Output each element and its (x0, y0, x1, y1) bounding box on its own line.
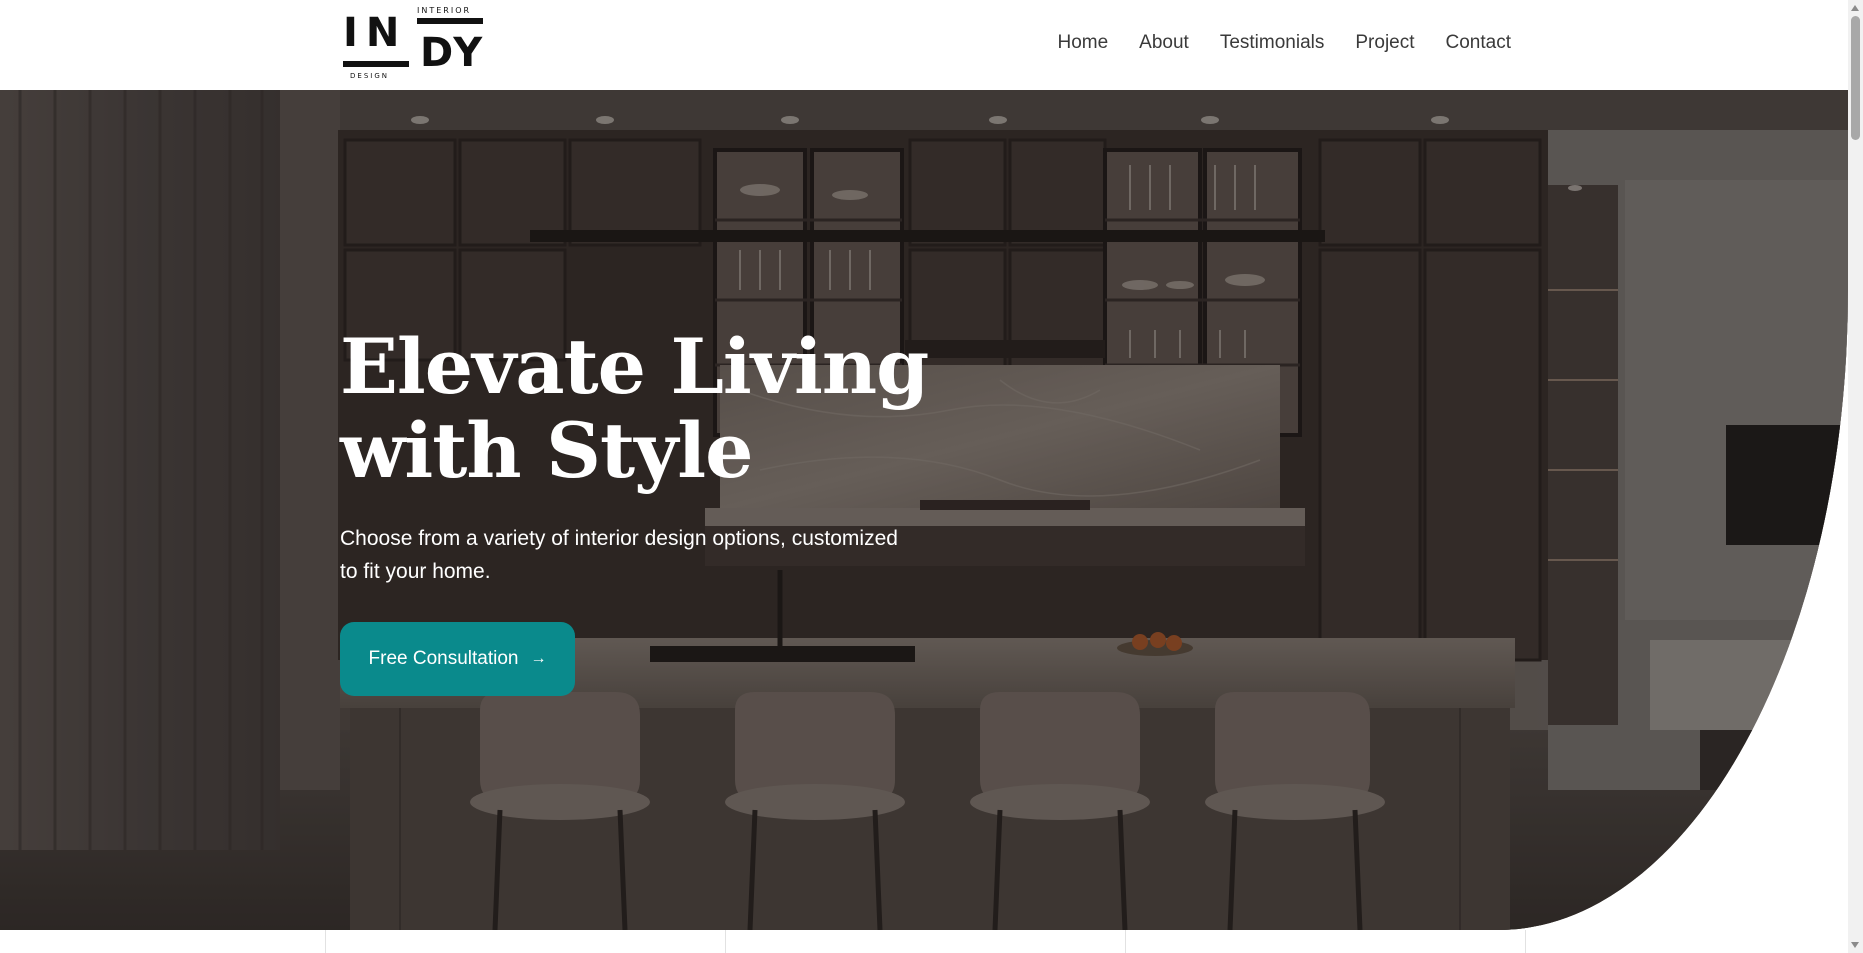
main-nav: Home About Testimonials Project Contact (1057, 32, 1511, 54)
hero-subtitle: Choose from a variety of interior design… (340, 527, 898, 583)
site-header: INTERIOR IN DY DESIGN Home About Testimo… (0, 0, 1848, 90)
nav-home[interactable]: Home (1057, 32, 1108, 53)
column-divider (1125, 930, 1126, 953)
logo-main-right: DY (420, 30, 486, 76)
logo-bar (417, 18, 483, 24)
column-divider (1525, 930, 1526, 953)
scroll-down-icon[interactable] (1851, 942, 1859, 948)
free-consultation-button[interactable]: Free Consultation → (340, 622, 575, 696)
column-divider (325, 930, 326, 953)
hero-overlay (0, 90, 1848, 930)
hero-title: Elevate Living with Style (340, 322, 929, 495)
nav-testimonials[interactable]: Testimonials (1220, 32, 1325, 53)
scroll-up-icon[interactable] (1851, 5, 1859, 11)
column-divider (725, 930, 726, 953)
logo-bar (343, 61, 409, 67)
arrow-right-icon: → (530, 650, 547, 667)
logo-bottom-text: DESIGN (350, 72, 389, 80)
hero-section: Elevate Living with Style Choose from a … (0, 90, 1848, 930)
page-scrollbar[interactable] (1848, 0, 1863, 953)
nav-about[interactable]: About (1139, 32, 1189, 53)
site-logo[interactable]: INTERIOR IN DY DESIGN (340, 5, 490, 83)
logo-main-left: IN (343, 10, 408, 56)
nav-project[interactable]: Project (1355, 32, 1414, 53)
scrollbar-thumb[interactable] (1851, 16, 1860, 140)
nav-contact[interactable]: Contact (1446, 32, 1511, 53)
logo-top-text: INTERIOR (417, 6, 472, 15)
next-section-strip (0, 930, 1848, 953)
cta-label: Free Consultation (368, 648, 519, 669)
